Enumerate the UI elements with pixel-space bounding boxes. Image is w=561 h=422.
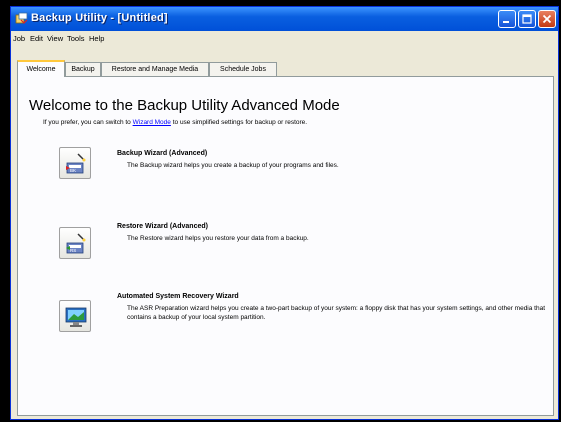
intro-text-before: If you prefer, you can switch to: [43, 119, 133, 126]
window-title: Backup Utility - [Untitled]: [31, 12, 168, 24]
tab-restore-and-manage-media[interactable]: Restore and Manage Media: [101, 62, 209, 76]
restore-wizard-description: The Restore wizard helps you restore you…: [127, 235, 309, 242]
svg-text:RS: RS: [70, 248, 76, 253]
welcome-tab-panel: [17, 76, 554, 416]
minimize-button[interactable]: [498, 10, 516, 28]
menu-job[interactable]: Job: [13, 34, 25, 43]
asr-wizard-button[interactable]: [59, 300, 91, 332]
backup-wizard-icon: BK: [66, 153, 86, 174]
asr-wizard-description: The ASR Preparation wizard helps you cre…: [127, 305, 546, 321]
intro-text-after: to use simplified settings for backup or…: [170, 119, 308, 126]
tab-backup[interactable]: Backup: [65, 62, 101, 76]
backup-app-icon: [15, 12, 28, 24]
close-icon: [542, 14, 552, 24]
asr-wizard-title[interactable]: Automated System Recovery Wizard: [117, 293, 239, 300]
minimize-icon: [503, 21, 509, 23]
backup-wizard-title[interactable]: Backup Wizard (Advanced): [117, 150, 207, 157]
menu-help[interactable]: Help: [89, 34, 104, 43]
restore-wizard-title[interactable]: Restore Wizard (Advanced): [117, 223, 208, 230]
backup-wizard-button[interactable]: BK: [59, 147, 91, 179]
backup-utility-window: Backup Utility - [Untitled] Job Edit Vie…: [10, 6, 559, 420]
restore-wizard-icon: RS: [66, 233, 86, 254]
intro-text: If you prefer, you can switch to Wizard …: [43, 119, 307, 126]
menu-bar: Job Edit View Tools Help: [11, 31, 558, 46]
page-title: Welcome to the Backup Utility Advanced M…: [29, 97, 340, 114]
maximize-button[interactable]: [518, 10, 536, 28]
menu-edit[interactable]: Edit: [30, 34, 43, 43]
tab-welcome[interactable]: Welcome: [17, 60, 65, 77]
menu-view[interactable]: View: [47, 34, 63, 43]
svg-text:BK: BK: [70, 168, 76, 173]
menu-tools[interactable]: Tools: [67, 34, 85, 43]
backup-wizard-description: The Backup wizard helps you create a bac…: [127, 162, 339, 169]
asr-wizard-icon: [65, 307, 87, 327]
close-button[interactable]: [538, 10, 556, 28]
title-bar[interactable]: Backup Utility - [Untitled]: [11, 7, 558, 31]
wizard-mode-link[interactable]: Wizard Mode: [133, 119, 171, 126]
tab-schedule-jobs[interactable]: Schedule Jobs: [209, 62, 277, 76]
maximize-icon: [522, 14, 532, 24]
restore-wizard-button[interactable]: RS: [59, 227, 91, 259]
